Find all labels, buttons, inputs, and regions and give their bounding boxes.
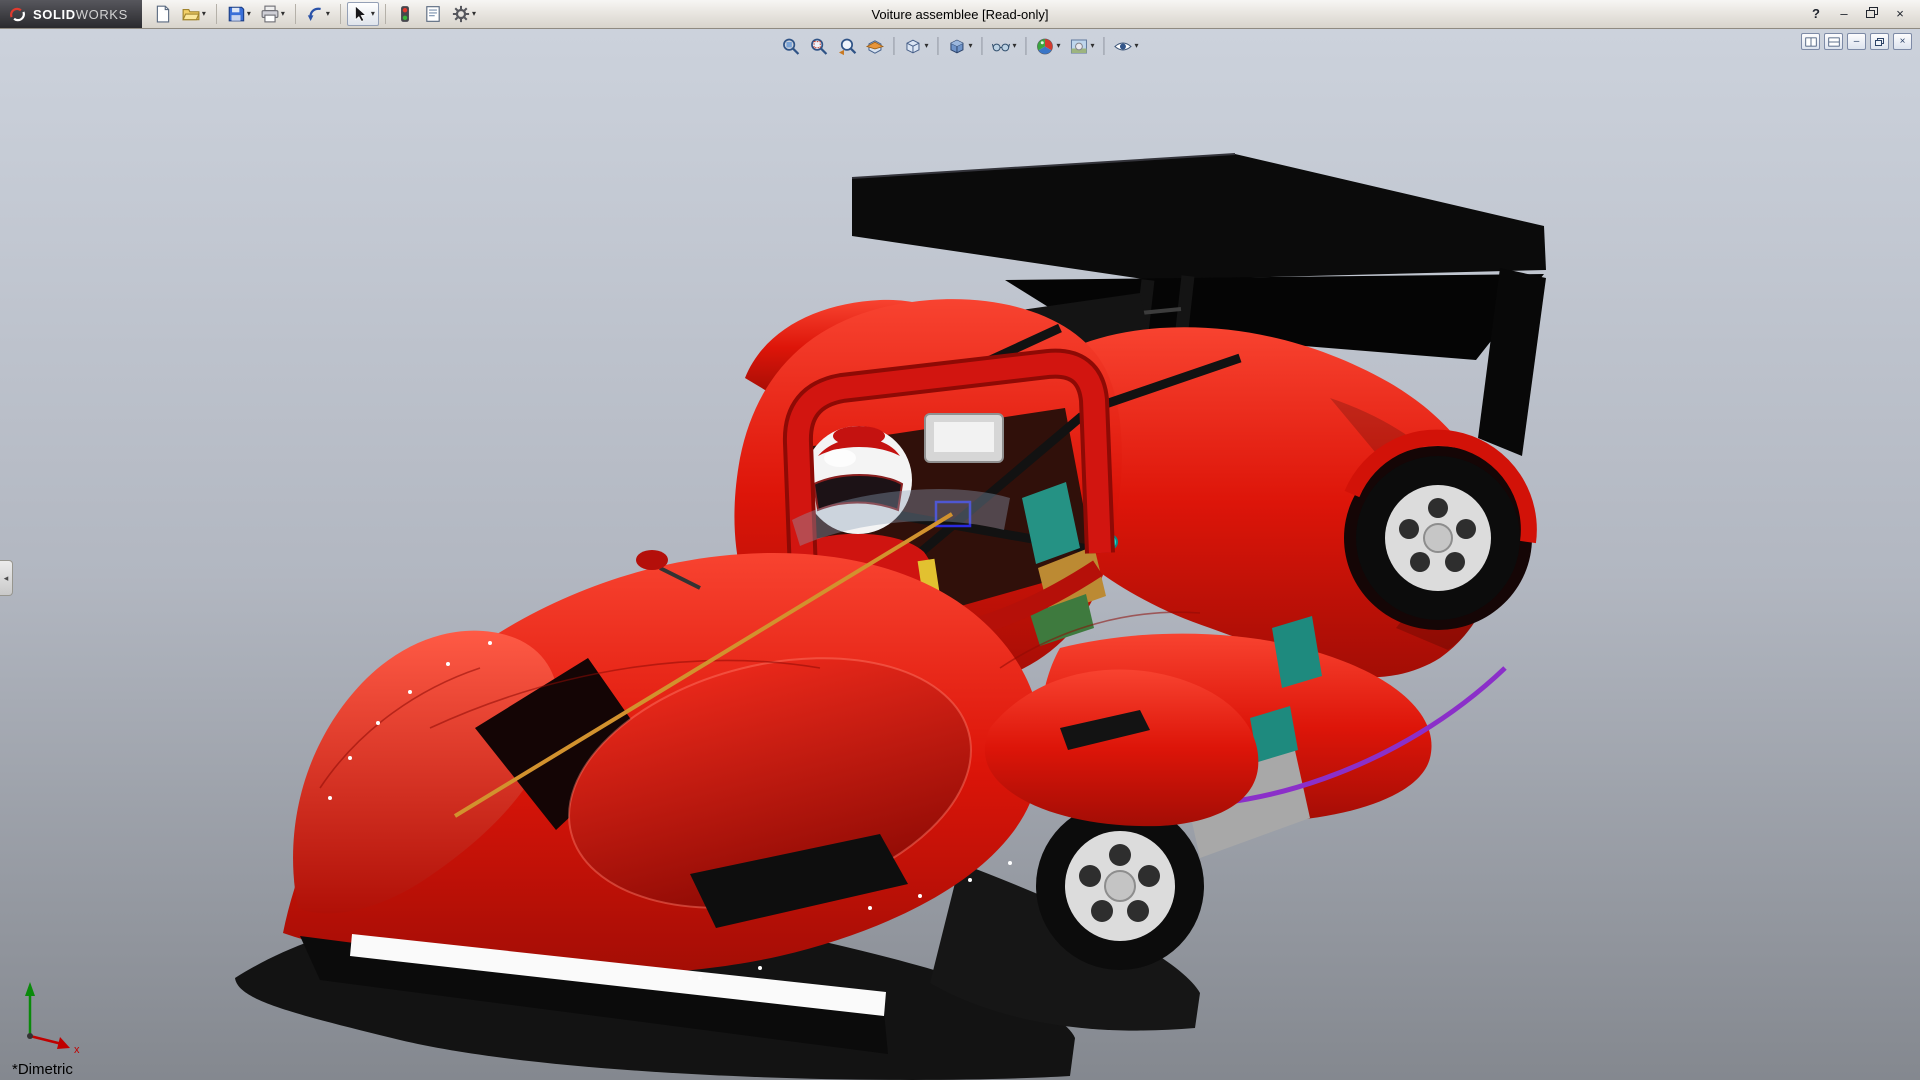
dropdown-caret: ▾: [1091, 42, 1095, 50]
hud-separator: [981, 37, 982, 55]
section-view-button[interactable]: [862, 34, 887, 58]
view-orientation-button[interactable]: ▾: [900, 34, 931, 58]
save-button[interactable]: ▾: [223, 2, 255, 26]
doc-restore-button[interactable]: [1870, 33, 1889, 50]
print-button[interactable]: ▾: [257, 2, 289, 26]
dropdown-caret: ▾: [968, 42, 972, 50]
dropdown-caret: ▾: [371, 10, 375, 18]
select-cursor-icon: [351, 5, 369, 23]
new-document-icon: [154, 5, 172, 23]
shaded-cube-icon: [947, 37, 966, 56]
dropdown-caret: ▾: [1135, 42, 1139, 50]
split-pane-horizontal-icon: [1828, 37, 1840, 47]
zoom-fit-icon: [781, 37, 800, 56]
hud-separator: [1104, 37, 1105, 55]
window-controls: ? – ×: [1808, 7, 1920, 21]
toolbar-separator: [340, 4, 341, 24]
toolbar-separator: [295, 4, 296, 24]
apply-scene-button[interactable]: ▾: [1067, 34, 1098, 58]
toolbar-separator: [216, 4, 217, 24]
split-pane-vertical-icon: [1805, 37, 1817, 47]
view-cube-icon: [903, 37, 922, 56]
orientation-triad[interactable]: x: [12, 974, 92, 1054]
view-settings-button[interactable]: ▾: [1111, 34, 1142, 58]
previous-view-button[interactable]: [834, 34, 859, 58]
brand-light: WORKS: [76, 7, 128, 22]
split-pane-horizontal-button[interactable]: [1824, 33, 1843, 50]
heads-up-view-toolbar: ▾ ▾ ▾ ▾ ▾ ▾: [778, 34, 1141, 58]
front-wheel: [1036, 802, 1204, 970]
display-style-button[interactable]: ▾: [944, 34, 975, 58]
dropdown-caret: ▾: [472, 10, 476, 18]
options-button[interactable]: ▾: [448, 2, 480, 26]
appearance-ball-icon: [1036, 37, 1055, 56]
dropdown-caret: ▾: [1057, 42, 1061, 50]
undo-button[interactable]: ▾: [302, 2, 334, 26]
zoom-to-area-button[interactable]: [806, 34, 831, 58]
dropdown-caret: ▾: [1012, 42, 1016, 50]
select-button[interactable]: ▾: [347, 2, 379, 26]
triad-x-label: x: [74, 1044, 80, 1054]
document-window-controls: – ×: [1801, 33, 1912, 50]
printer-icon: [261, 5, 279, 23]
dropdown-caret: ▾: [326, 10, 330, 18]
doc-restore-icon: [1875, 38, 1884, 46]
car-model: [0, 28, 1920, 1080]
restore-button[interactable]: [1864, 7, 1880, 21]
graphics-viewport[interactable]: ▾ ▾ ▾ ▾ ▾ ▾ – × ◂ x: [0, 28, 1920, 1080]
solidworks-window: SOLIDWORKS ▾ ▾ ▾ ▾ ▾ ▾ Voiture assemblee…: [0, 0, 1920, 1080]
file-properties-button[interactable]: [420, 2, 446, 26]
rebuild-stoplight-icon: [396, 5, 414, 23]
rear-wheel: [1344, 438, 1532, 630]
hide-show-items-button[interactable]: ▾: [988, 34, 1019, 58]
open-folder-icon: [182, 5, 200, 23]
hud-separator: [1026, 37, 1027, 55]
scene-icon: [1070, 37, 1089, 56]
section-view-icon: [865, 37, 884, 56]
open-button[interactable]: ▾: [178, 2, 210, 26]
document-properties-icon: [424, 5, 442, 23]
ds-logo-icon: [9, 6, 26, 23]
solidworks-logo: SOLIDWORKS: [0, 0, 142, 28]
close-button[interactable]: ×: [1892, 7, 1908, 21]
dropdown-caret: ▾: [281, 10, 285, 18]
rear-view-mirror: [925, 414, 1003, 462]
glasses-icon: [991, 37, 1010, 56]
save-disk-icon: [227, 5, 245, 23]
zoom-area-icon: [809, 37, 828, 56]
doc-close-button[interactable]: ×: [1893, 33, 1912, 50]
zoom-to-fit-button[interactable]: [778, 34, 803, 58]
new-button[interactable]: [150, 2, 176, 26]
dropdown-caret: ▾: [924, 42, 928, 50]
dropdown-caret: ▾: [247, 10, 251, 18]
minimize-button[interactable]: –: [1836, 7, 1852, 21]
dropdown-caret: ▾: [202, 10, 206, 18]
undo-arrow-icon: [306, 5, 324, 23]
main-toolbar: ▾ ▾ ▾ ▾ ▾ ▾: [142, 2, 488, 26]
view-orientation-label: *Dimetric: [12, 1061, 73, 1078]
toolbar-separator: [385, 4, 386, 24]
hud-separator: [893, 37, 894, 55]
feature-manager-collapse-tab[interactable]: ◂: [0, 560, 13, 596]
doc-minimize-button[interactable]: –: [1847, 33, 1866, 50]
restore-icon: [1866, 7, 1878, 18]
title-bar: SOLIDWORKS ▾ ▾ ▾ ▾ ▾ ▾ Voiture assemblee…: [0, 0, 1920, 29]
previous-view-icon: [837, 37, 856, 56]
edit-appearance-button[interactable]: ▾: [1033, 34, 1064, 58]
split-pane-vertical-button[interactable]: [1801, 33, 1820, 50]
rebuild-button[interactable]: [392, 2, 418, 26]
help-button[interactable]: ?: [1808, 7, 1824, 21]
hud-separator: [937, 37, 938, 55]
brand-bold: SOLID: [33, 7, 76, 22]
eye-icon: [1114, 37, 1133, 56]
options-gear-icon: [452, 5, 470, 23]
brand-text: SOLIDWORKS: [33, 7, 128, 22]
